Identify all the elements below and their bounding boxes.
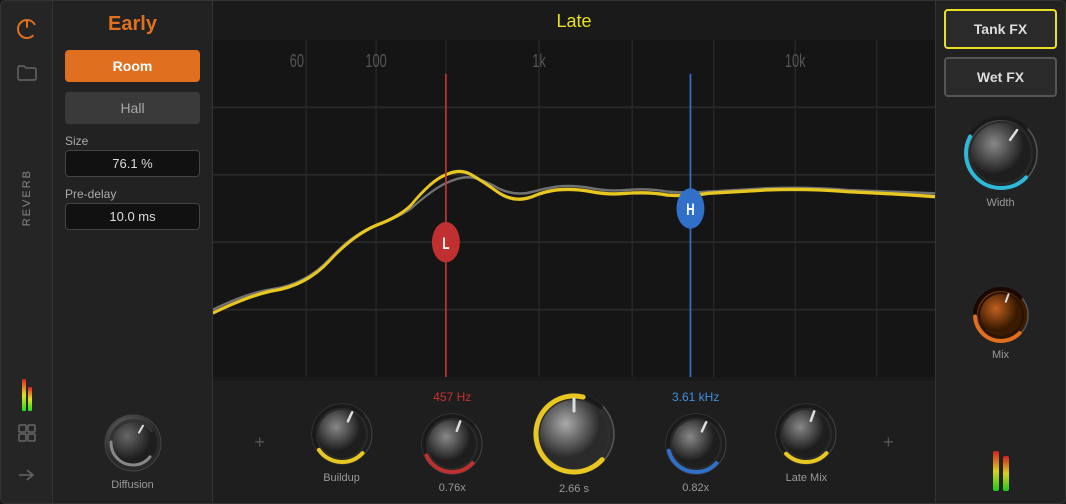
main-display: Late — [213, 1, 935, 503]
size-section: Size 76.1 % — [65, 134, 200, 177]
decay-label: 0.76x — [439, 482, 466, 494]
svg-text:100: 100 — [365, 52, 386, 72]
svg-text:10k: 10k — [785, 52, 806, 72]
eq-display[interactable]: 60 100 1k 10k L H — [213, 40, 935, 377]
left-sidebar: REVERB — [1, 1, 53, 503]
svg-text:60: 60 — [290, 52, 304, 72]
width-knob[interactable] — [961, 113, 1041, 193]
early-panel: Early Room Hall Size 76.1 % Pre-delay 10… — [53, 1, 213, 503]
high-knob-container: 3.61 kHz 0.82x — [662, 390, 730, 494]
meter-left — [993, 441, 999, 491]
diffusion-knob[interactable] — [101, 411, 165, 475]
svg-text:1k: 1k — [532, 52, 546, 72]
bottom-controls: + — [213, 381, 935, 503]
time-knob[interactable] — [529, 389, 619, 479]
buildup-knob[interactable] — [308, 400, 376, 468]
plus-left[interactable]: + — [254, 432, 265, 453]
reverb-label: REVERB — [21, 169, 33, 226]
width-label: Width — [986, 197, 1014, 209]
width-section: Width — [944, 113, 1057, 209]
latemix-knob-container: Late Mix — [772, 400, 840, 484]
arrow-icon[interactable] — [11, 459, 43, 491]
meter-bar — [22, 379, 26, 411]
hall-button[interactable]: Hall — [65, 92, 200, 124]
plugin-container: REVERB — [0, 0, 1066, 504]
eq-svg: 60 100 1k 10k L H — [213, 40, 935, 377]
svg-text:L: L — [442, 235, 449, 254]
folder-icon[interactable] — [11, 57, 43, 89]
size-value[interactable]: 76.1 % — [65, 150, 200, 177]
meter-right — [1003, 441, 1009, 491]
diffusion-section: Diffusion — [65, 411, 200, 491]
svg-text:H: H — [686, 201, 694, 220]
buildup-knob-container: Buildup — [308, 400, 376, 484]
time-label: 2.66 s — [559, 483, 589, 495]
meter-bar — [28, 387, 32, 411]
meter-bar-l — [993, 451, 999, 491]
late-header: Late — [213, 1, 935, 36]
latemix-knob[interactable] — [772, 400, 840, 468]
plus-right[interactable]: + — [883, 432, 894, 453]
mix-knob[interactable] — [971, 285, 1031, 345]
mix-label: Mix — [992, 349, 1009, 361]
sidebar-bottom — [11, 375, 43, 491]
size-label: Size — [65, 134, 200, 148]
tank-fx-button[interactable]: Tank FX — [944, 9, 1057, 49]
predelay-section: Pre-delay 10.0 ms — [65, 187, 200, 230]
room-button[interactable]: Room — [65, 50, 200, 82]
low-freq-label: 457 Hz — [433, 390, 471, 404]
high-freq-label: 3.61 kHz — [672, 390, 719, 404]
predelay-value[interactable]: 10.0 ms — [65, 203, 200, 230]
buildup-label: Buildup — [323, 472, 360, 484]
meter-bar-r — [1003, 456, 1009, 491]
power-button[interactable] — [11, 13, 43, 45]
mix-section: Mix — [944, 285, 1057, 361]
diffusion-knob-container: Diffusion — [101, 411, 165, 491]
early-title: Early — [65, 13, 200, 36]
highcut-label: 0.82x — [682, 482, 709, 494]
high-freq-knob[interactable] — [662, 410, 730, 478]
low-knob-container: 457 Hz 0.76x — [418, 390, 486, 494]
right-panel: Tank FX Wet FX Width — [935, 1, 1065, 503]
diffusion-label: Diffusion — [111, 479, 154, 491]
latemix-label: Late Mix — [786, 472, 828, 484]
predelay-label: Pre-delay — [65, 187, 200, 201]
grid-icon[interactable] — [11, 417, 43, 449]
level-meter-left — [11, 375, 43, 407]
time-knob-container: 2.66 s — [529, 389, 619, 495]
wet-fx-button[interactable]: Wet FX — [944, 57, 1057, 97]
low-freq-knob[interactable] — [418, 410, 486, 478]
output-meters — [944, 437, 1057, 495]
